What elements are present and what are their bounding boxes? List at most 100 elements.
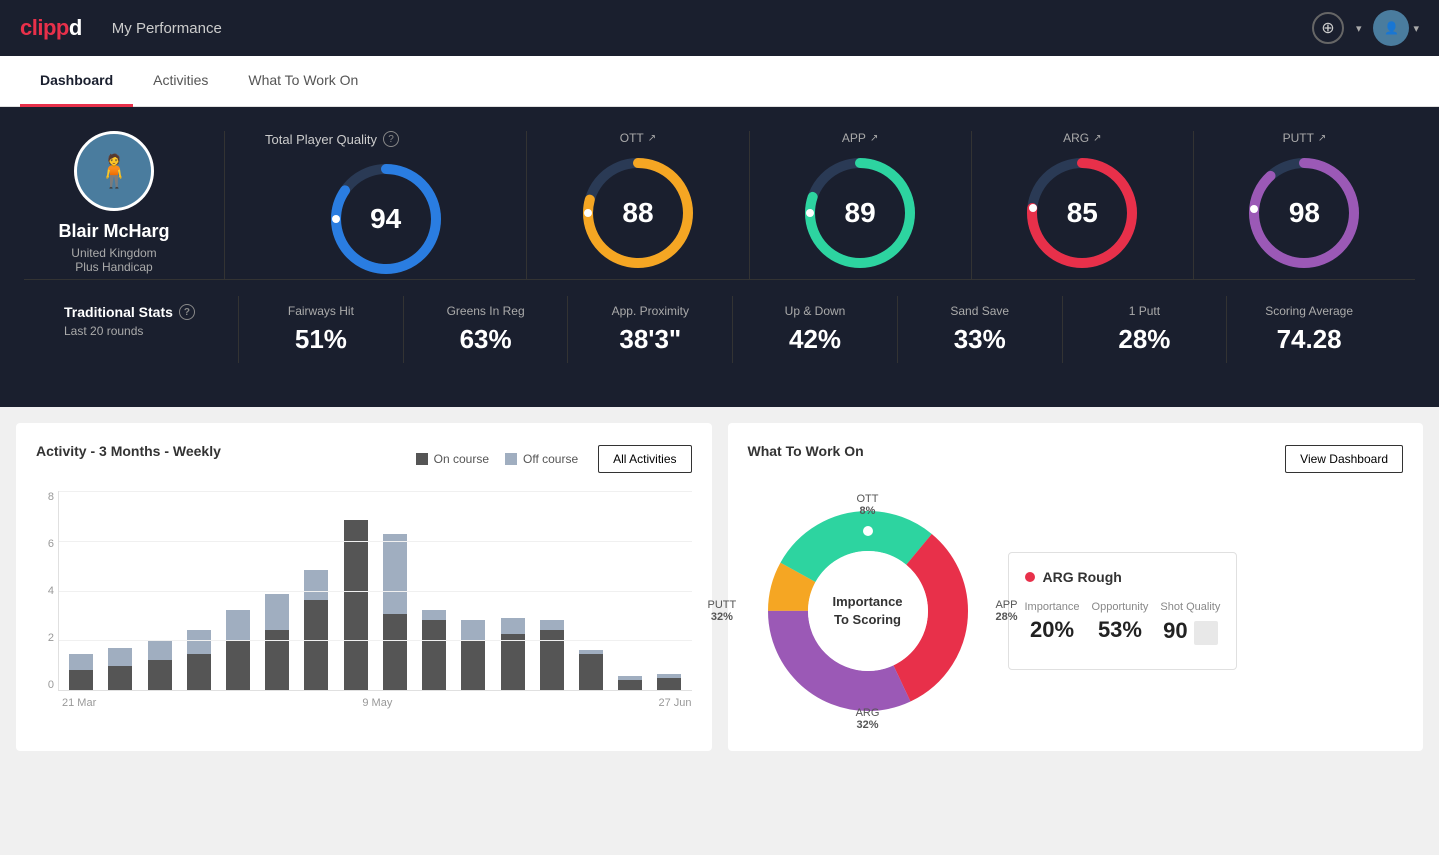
segment-label-putt: PUTT 32% [708,599,737,623]
grid-line-2 [59,640,692,641]
stat-scoring-label: Scoring Average [1265,304,1353,318]
stat-fairways: Fairways Hit 51% [239,296,404,363]
putt-circle: 98 [1244,153,1364,273]
traditional-stats-subtitle: Last 20 rounds [64,324,143,338]
app-arrow-icon: ↗ [870,133,878,144]
detail-card: ARG Rough Importance 20% Opportunity 53%… [1008,552,1238,670]
tab-what-to-work-on[interactable]: What To Work On [228,56,378,107]
add-button[interactable]: ⊕ [1312,12,1344,44]
bar-off-6 [304,570,328,600]
chart-legend: On course Off course [416,452,579,466]
ott-value: 88 [622,197,653,229]
bar-off-10 [461,620,485,640]
off-course-dot [505,453,517,465]
tab-dashboard[interactable]: Dashboard [20,56,133,107]
chart-body: 8 6 4 2 0 21 Mar [36,491,692,709]
bar-off-8 [383,534,407,614]
plus-circle-icon: ⊕ [1321,18,1334,38]
segment-label-ott: OTT 8% [857,493,879,517]
x-label-jun: 27 Jun [658,697,691,709]
total-quality-circle: 94 [326,159,446,279]
scores-row: Total Player Quality ? 94 OTT [224,131,1415,279]
work-on-header: What To Work On View Dashboard [748,443,1404,475]
hero-top: 🧍 Blair McHarg United Kingdom Plus Handi… [24,131,1415,279]
stat-sandsave: Sand Save 33% [898,296,1063,363]
stat-1putt: 1 Putt 28% [1063,296,1228,363]
hero-section: 🧍 Blair McHarg United Kingdom Plus Handi… [0,107,1439,407]
stat-updown: Up & Down 42% [733,296,898,363]
opportunity-value: 53% [1098,617,1142,643]
bar-on-10 [461,640,485,690]
bar-off-9 [422,610,446,620]
importance-value: 20% [1030,617,1074,643]
chart-title: Activity - 3 Months - Weekly [36,443,221,459]
detail-metric-importance: Importance 20% [1025,601,1080,645]
grid-line-6 [59,541,692,542]
tabs-bar: Dashboard Activities What To Work On [0,56,1439,107]
score-ott: OTT ↗ 88 [527,131,749,279]
logo-text: clippd [20,15,82,41]
shotquality-label: Shot Quality [1160,601,1220,613]
bar-on-4 [226,640,250,690]
stat-scoring-value: 74.28 [1277,324,1342,355]
detail-metrics-row: Importance 20% Opportunity 53% Shot Qual… [1025,601,1221,645]
ott-arrow-icon: ↗ [648,133,656,144]
avatar-dropdown-arrow: ▾ [1413,22,1419,35]
player-handicap: Plus Handicap [75,260,152,274]
score-app-label: APP ↗ [842,131,878,145]
bar-on-13 [579,654,603,690]
bar-on-12 [540,630,564,690]
chart-inner: 8 6 4 2 0 [36,491,692,691]
bar-on-5 [265,630,289,690]
player-avatar: 🧍 [74,131,154,211]
bar-off-3 [187,630,211,654]
legend-on-course: On course [416,452,489,466]
importance-label: Importance [1025,601,1080,613]
score-putt: PUTT ↗ 98 [1194,131,1415,279]
donut-chart-area: ImportanceTo Scoring OTT 8% APP 28% ARG … [748,491,988,731]
tab-activities[interactable]: Activities [133,56,228,107]
y-axis: 8 6 4 2 0 [36,491,58,691]
stat-scoring: Scoring Average 74.28 [1227,296,1391,363]
avatar: 👤 [1373,10,1409,46]
bar-on-7 [344,520,368,690]
bar-on-1 [108,666,132,690]
traditional-stats-title: Traditional Stats ? [64,304,195,320]
x-axis-labels: 21 Mar 9 May 27 Jun [36,697,692,709]
shotquality-value: 90 [1163,618,1187,644]
work-on-content: ImportanceTo Scoring OTT 8% APP 28% ARG … [748,491,1404,731]
detail-card-title: ARG Rough [1025,569,1221,585]
all-activities-button[interactable]: All Activities [598,445,691,473]
trad-stats-info-icon: ? [179,304,195,320]
opportunity-label: Opportunity [1092,601,1149,613]
stat-updown-value: 42% [789,324,841,355]
stat-proximity-value: 38'3" [619,324,681,355]
bottom-panels: Activity - 3 Months - Weekly On course O… [0,407,1439,767]
bar-on-14 [618,680,642,690]
putt-arrow-icon: ↗ [1318,133,1326,144]
stat-proximity: App. Proximity 38'3" [568,296,733,363]
bar-off-4 [226,610,250,640]
bars-area [58,491,692,691]
shotquality-badge [1194,621,1218,645]
user-avatar-button[interactable]: 👤 ▾ [1373,10,1419,46]
arg-circle: 85 [1022,153,1142,273]
score-app: APP ↗ 89 [750,131,972,279]
player-info: 🧍 Blair McHarg United Kingdom Plus Handi… [24,131,224,274]
work-on-title: What To Work On [748,443,864,459]
header-actions: ⊕ ▾ 👤 ▾ [1312,10,1419,46]
header: clippd My Performance ⊕ ▾ 👤 ▾ [0,0,1439,56]
avatar-initials: 👤 [1384,21,1399,35]
bar-on-0 [69,670,93,690]
score-ott-label: OTT ↗ [620,131,656,145]
stat-greens-label: Greens In Reg [447,304,525,318]
bar-on-3 [187,654,211,690]
shotquality-value-row: 90 [1163,617,1217,645]
view-dashboard-button[interactable]: View Dashboard [1285,445,1403,473]
bar-on-8 [383,614,407,690]
stat-fairways-value: 51% [295,324,347,355]
score-arg: ARG ↗ 85 [972,131,1194,279]
logo: clippd [20,15,82,41]
bar-off-2 [148,640,172,660]
stat-sandsave-label: Sand Save [950,304,1009,318]
